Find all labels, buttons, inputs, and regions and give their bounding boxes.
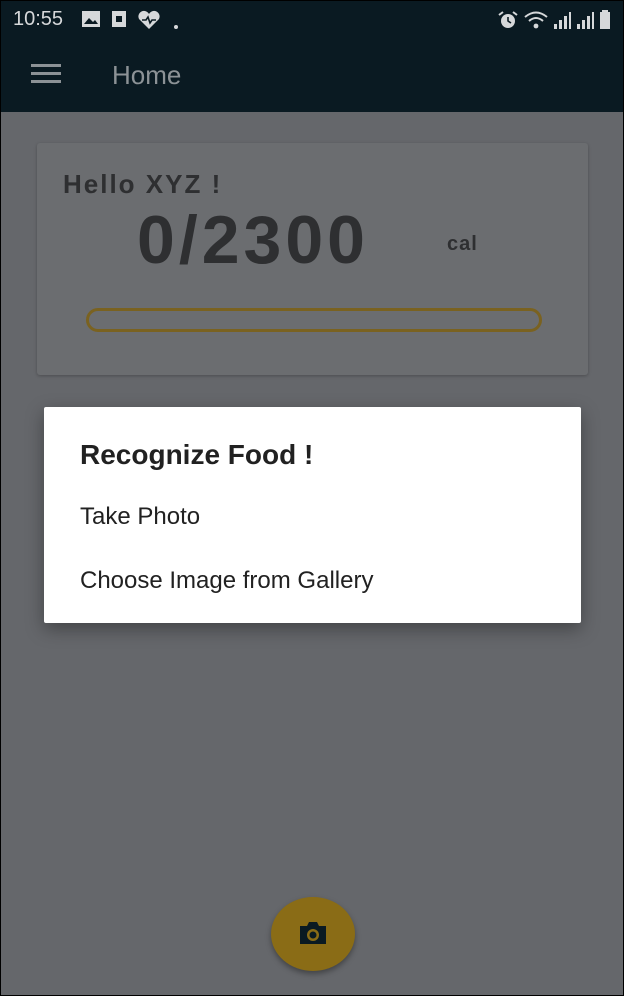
take-photo-option[interactable]: Take Photo bbox=[80, 503, 200, 531]
phone-screen: 10:55 Home Hello XYZ ! 0/2300 cal Recogn… bbox=[0, 0, 624, 996]
signal-icon bbox=[575, 10, 595, 35]
status-time: 10:55 bbox=[13, 8, 64, 30]
camera-fab-button[interactable] bbox=[271, 897, 355, 971]
heart-icon bbox=[137, 10, 161, 35]
camera-icon bbox=[297, 920, 329, 951]
alarm-icon bbox=[497, 10, 519, 35]
calorie-card: Hello XYZ ! 0/2300 cal bbox=[37, 143, 588, 375]
calorie-progress-bar bbox=[86, 308, 542, 332]
calorie-unit: cal bbox=[447, 233, 478, 255]
dot-icon bbox=[173, 17, 179, 35]
dialog-title: Recognize Food ! bbox=[80, 439, 314, 470]
choose-from-gallery-option[interactable]: Choose Image from Gallery bbox=[80, 567, 373, 595]
sim-icon bbox=[111, 10, 127, 33]
battery-icon bbox=[599, 10, 611, 35]
status-bar: 10:55 bbox=[1, 1, 623, 38]
image-icon bbox=[81, 10, 101, 33]
signal-icon bbox=[552, 10, 572, 35]
greeting-text: Hello XYZ ! bbox=[63, 169, 223, 199]
wifi-icon bbox=[523, 10, 549, 35]
app-bar: Home bbox=[1, 38, 623, 112]
page-title: Home bbox=[112, 60, 182, 90]
recognize-food-dialog: Recognize Food ! Take Photo Choose Image… bbox=[44, 407, 581, 623]
calorie-count: 0/2300 bbox=[137, 202, 369, 278]
hamburger-menu-icon[interactable] bbox=[31, 63, 61, 90]
